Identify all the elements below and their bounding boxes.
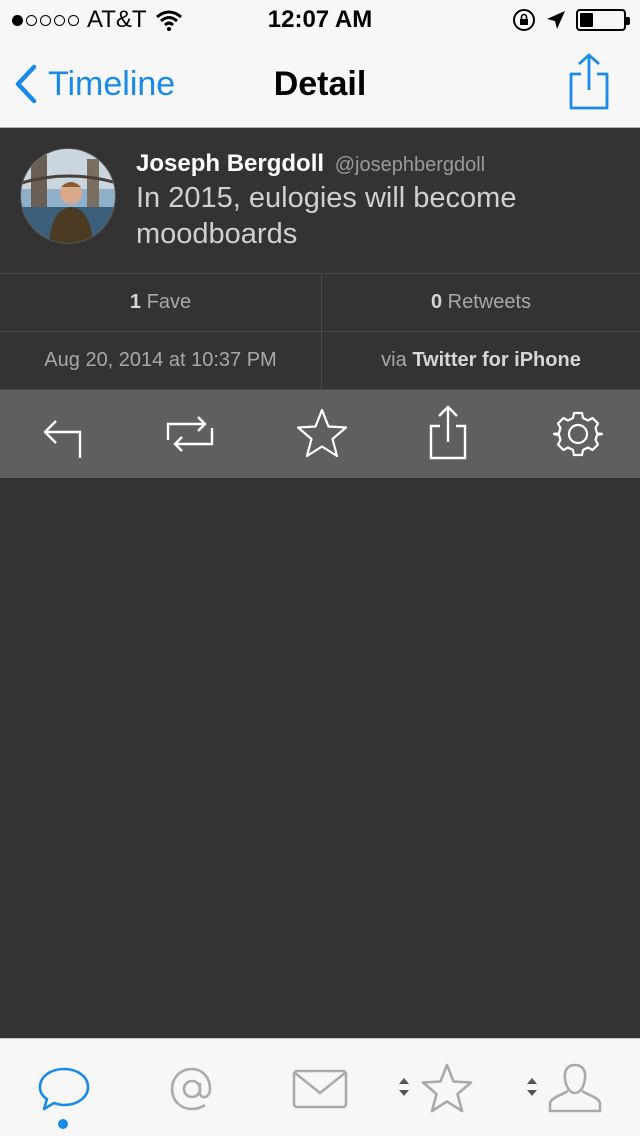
mentions-tab-icon[interactable] — [164, 1061, 220, 1121]
favorites-switch-arrows-icon[interactable] — [398, 1075, 410, 1099]
status-bar: AT&T 12:07 AM — [0, 0, 640, 40]
navigation-bar: Timeline Detail — [0, 40, 640, 128]
share-icon[interactable] — [418, 404, 478, 464]
share-button[interactable] — [566, 52, 612, 112]
gear-icon[interactable] — [548, 404, 608, 464]
retweet-icon[interactable] — [160, 404, 220, 464]
faves-count-button[interactable]: 1 Fave — [0, 274, 321, 331]
page-title: Detail — [273, 65, 367, 103]
client-name: Twitter for iPhone — [412, 349, 581, 371]
favorites-tab-icon[interactable] — [418, 1061, 476, 1121]
status-right — [512, 8, 630, 32]
tab-bar — [0, 1038, 640, 1136]
tweet-meta: Aug 20, 2014 at 10:37 PM via Twitter for… — [0, 332, 640, 390]
retweets-label: Retweets — [447, 291, 532, 313]
tweet-timestamp: Aug 20, 2014 at 10:37 PM — [44, 349, 277, 371]
orientation-lock-icon — [513, 9, 535, 31]
tweet-action-bar — [0, 390, 640, 478]
tweet-text: In 2015, eulogies will become moodboards — [136, 182, 517, 250]
timeline-tab-icon[interactable] — [36, 1061, 92, 1121]
via-label: via — [381, 349, 407, 371]
faves-count: 1 — [129, 291, 142, 313]
messages-tab-icon[interactable] — [290, 1061, 350, 1121]
battery-level — [580, 13, 593, 27]
tweet: Joseph Bergdoll @josephbergdoll In 2015,… — [0, 128, 640, 274]
author-handle[interactable]: @josephbergdoll — [335, 154, 485, 176]
reply-icon[interactable] — [32, 404, 92, 464]
author-name[interactable]: Joseph Bergdoll — [136, 150, 324, 177]
tweet-stats: 1 Fave 0 Retweets — [0, 274, 640, 332]
star-icon[interactable] — [292, 404, 352, 464]
avatar-photo — [21, 149, 115, 243]
profile-tab-icon[interactable] — [546, 1061, 604, 1121]
battery-icon — [576, 9, 630, 31]
location-arrow-icon — [547, 11, 565, 29]
tweet-source[interactable]: via Twitter for iPhone — [321, 332, 640, 389]
faves-label: Fave — [146, 291, 192, 313]
profile-switch-arrows-icon[interactable] — [526, 1075, 538, 1099]
avatar[interactable] — [20, 148, 116, 244]
retweets-count-button[interactable]: 0 Retweets — [321, 274, 640, 331]
tweet-author: Joseph Bergdoll @josephbergdoll — [136, 150, 485, 178]
active-tab-indicator — [58, 1119, 68, 1129]
retweets-count: 0 — [430, 291, 443, 313]
